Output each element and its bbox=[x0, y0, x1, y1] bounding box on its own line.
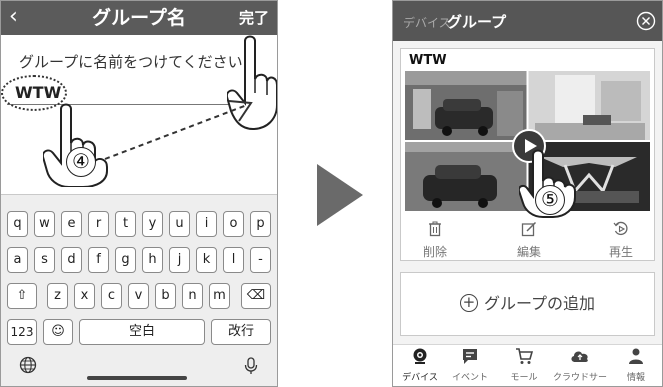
key-u[interactable]: u bbox=[169, 211, 190, 237]
replay-button[interactable]: 再生 bbox=[591, 221, 651, 260]
step-number-badge: ⑤ bbox=[535, 185, 565, 215]
nav-mall[interactable]: モール bbox=[497, 347, 551, 383]
step-number-badge: ④ bbox=[66, 147, 96, 177]
replay-label: 再生 bbox=[608, 245, 633, 259]
group-name-input[interactable] bbox=[7, 81, 252, 105]
next-step-arrow-icon bbox=[317, 164, 363, 226]
globe-icon[interactable] bbox=[19, 356, 37, 374]
key-o[interactable]: o bbox=[223, 211, 244, 237]
key-b[interactable]: b bbox=[155, 283, 176, 309]
tab-device[interactable]: デバイス bbox=[403, 14, 451, 31]
nav-event[interactable]: イベント bbox=[443, 347, 497, 383]
nav-info[interactable]: 情報 bbox=[609, 347, 662, 383]
nav-cloud[interactable]: クラウドサー bbox=[553, 347, 607, 383]
done-button[interactable]: 完了 bbox=[239, 7, 269, 28]
camera-thumbnail-grid[interactable] bbox=[405, 71, 650, 211]
emoji-icon[interactable]: ☺ bbox=[43, 319, 73, 345]
key-l[interactable]: l bbox=[223, 247, 244, 273]
nav-label-info: 情報 bbox=[626, 373, 645, 383]
key-r[interactable]: r bbox=[88, 211, 109, 237]
key-f[interactable]: f bbox=[88, 247, 109, 273]
key-q[interactable]: q bbox=[7, 211, 28, 237]
key-m[interactable]: m bbox=[209, 283, 230, 309]
microphone-icon[interactable] bbox=[244, 357, 258, 375]
return-key[interactable]: 改行 bbox=[211, 319, 271, 345]
key-hyphen[interactable]: - bbox=[250, 247, 271, 273]
key-z[interactable]: z bbox=[47, 283, 68, 309]
edit-icon bbox=[521, 221, 537, 237]
group-name-screen: ‹ グループ名 完了 グループに名前をつけてください ④ q w e r t y… bbox=[0, 0, 278, 387]
nav-label-cloud: クラウドサー bbox=[553, 373, 608, 383]
space-key[interactable]: 空白 bbox=[79, 319, 205, 345]
key-p[interactable]: p bbox=[250, 211, 271, 237]
add-group-label: グループの追加 bbox=[483, 294, 596, 313]
header-bar: デバイス グループ bbox=[393, 1, 662, 41]
plus-circle-icon: + bbox=[459, 293, 478, 312]
nav-label-event: イベント bbox=[451, 373, 488, 383]
close-circle-icon[interactable] bbox=[636, 11, 656, 31]
trash-icon bbox=[429, 221, 441, 237]
key-c[interactable]: c bbox=[101, 283, 122, 309]
shift-arrow-icon[interactable]: ⇧ bbox=[7, 283, 37, 309]
key-d[interactable]: d bbox=[61, 247, 82, 273]
key-w[interactable]: w bbox=[34, 211, 55, 237]
group-list-screen: デバイス グループ WTW ⑤ 削除 編集 再生 + グループの追加 デバイス … bbox=[392, 0, 663, 387]
home-indicator bbox=[87, 376, 187, 380]
group-card[interactable]: WTW ⑤ 削除 編集 再生 bbox=[400, 48, 655, 261]
bottom-navigation: デバイス イベント モール クラウドサー 情報 bbox=[393, 344, 662, 386]
cart-icon bbox=[516, 348, 534, 364]
add-group-button[interactable]: + グループの追加 bbox=[400, 272, 655, 336]
key-e[interactable]: e bbox=[61, 211, 82, 237]
card-action-bar: 削除 編集 再生 bbox=[401, 221, 654, 261]
key-y[interactable]: y bbox=[142, 211, 163, 237]
key-x[interactable]: x bbox=[74, 283, 95, 309]
replay-icon bbox=[613, 221, 628, 236]
page-title: グループ名 bbox=[92, 7, 186, 29]
nav-label-device: デバイス bbox=[402, 373, 438, 383]
group-name-label: WTW bbox=[409, 53, 447, 68]
message-icon bbox=[463, 349, 477, 364]
key-g[interactable]: g bbox=[115, 247, 136, 273]
key-t[interactable]: t bbox=[115, 211, 136, 237]
cloud-icon bbox=[571, 351, 588, 362]
key-a[interactable]: a bbox=[7, 247, 28, 273]
key-s[interactable]: s bbox=[34, 247, 55, 273]
camera-icon bbox=[413, 348, 427, 364]
delete-label: 削除 bbox=[422, 245, 447, 259]
person-icon bbox=[629, 348, 643, 364]
backspace-icon[interactable]: ⌫ bbox=[241, 283, 271, 309]
numbers-key[interactable]: 123 bbox=[7, 319, 37, 345]
key-n[interactable]: n bbox=[182, 283, 203, 309]
edit-label: 編集 bbox=[516, 245, 541, 259]
name-prompt-label: グループに名前をつけてください bbox=[19, 53, 243, 71]
key-v[interactable]: v bbox=[128, 283, 149, 309]
nav-device[interactable]: デバイス bbox=[393, 347, 447, 383]
key-i[interactable]: i bbox=[196, 211, 217, 237]
nav-label-mall: モール bbox=[510, 373, 538, 383]
tab-group[interactable]: グループ bbox=[447, 11, 506, 32]
key-k[interactable]: k bbox=[196, 247, 217, 273]
edit-button[interactable]: 編集 bbox=[499, 221, 559, 260]
onscreen-keyboard: q w e r t y u i o p a s d f g h j k l - … bbox=[1, 194, 277, 386]
key-j[interactable]: j bbox=[169, 247, 190, 273]
key-h[interactable]: h bbox=[142, 247, 163, 273]
delete-button[interactable]: 削除 bbox=[405, 221, 465, 260]
header-bar: ‹ グループ名 完了 bbox=[1, 1, 277, 35]
